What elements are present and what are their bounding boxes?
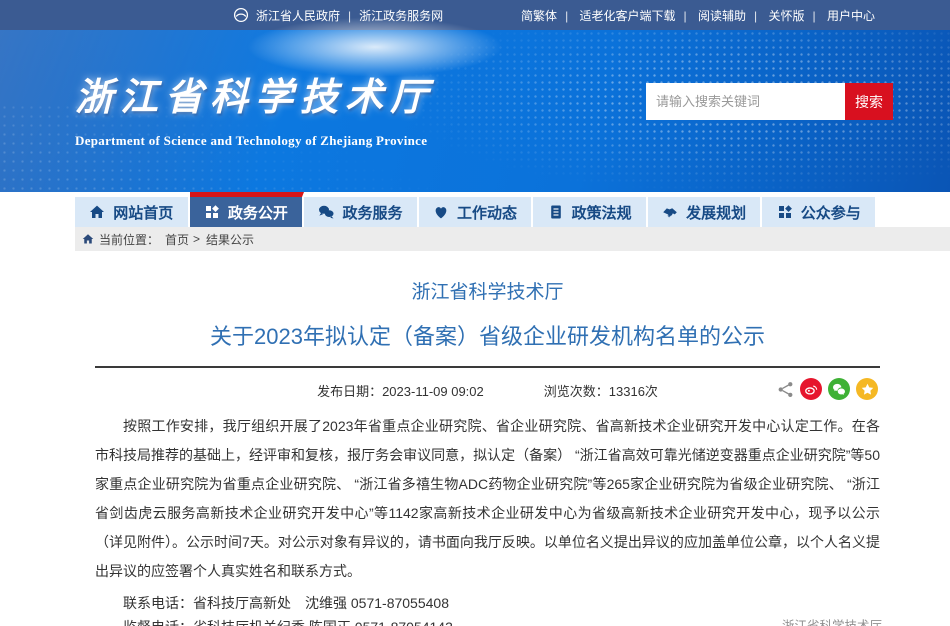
topbar-link-user-center[interactable]: 用户中心 xyxy=(827,9,875,23)
view-count-value: 13316次 xyxy=(609,384,658,399)
nav-item-work-news[interactable]: 工作动态 xyxy=(419,197,534,227)
breadcrumb-home-link[interactable]: 首页 xyxy=(165,231,189,248)
publish-date: 发布日期：2023-11-09 09:02 xyxy=(317,381,484,400)
wechat-share-icon[interactable] xyxy=(828,378,850,400)
topbar-link-simplified-traditional[interactable]: 简繁体 xyxy=(521,9,576,23)
nav-item-label: 政务公开 xyxy=(228,202,288,223)
topbar-right-links: 简繁体 适老化客户端下载 阅读辅助 关怀版 用户中心 xyxy=(521,7,875,24)
site-search: 搜索 xyxy=(646,83,893,120)
participation-seal-icon xyxy=(777,204,793,220)
main-nav-bar: 网站首页 政务公开 政务服务 工作动态 xyxy=(0,192,950,227)
supervision-phone: 监督电话：省科技厅机关纪委 陈国正 0571-87054143 xyxy=(95,615,880,626)
search-button[interactable]: 搜索 xyxy=(845,83,893,120)
chat-bubbles-icon xyxy=(318,204,334,220)
nav-item-home[interactable]: 网站首页 xyxy=(75,197,190,227)
nav-item-policies[interactable]: 政策法规 xyxy=(533,197,648,227)
weibo-share-icon[interactable] xyxy=(800,378,822,400)
nav-item-development-planning[interactable]: 发展规划 xyxy=(648,197,763,227)
topbar-link-elderly-client-download[interactable]: 适老化客户端下载 xyxy=(580,9,695,23)
nav-item-label: 网站首页 xyxy=(113,202,173,223)
disclosure-seal-icon xyxy=(204,204,220,220)
nav-item-gov-disclosure[interactable]: 政务公开 xyxy=(190,192,305,227)
site-logo-title: 浙江省科学技术厅 xyxy=(75,66,435,121)
footer-org-name: 浙江省科学技术厅 xyxy=(782,615,882,626)
article: 浙江省科学技术厅 关于2023年拟认定（备案）省级企业研发机构名单的公示 发布日… xyxy=(95,277,880,626)
document-icon xyxy=(548,204,564,220)
nav-item-gov-services[interactable]: 政务服务 xyxy=(304,197,419,227)
view-count: 浏览次数：13316次 xyxy=(544,381,658,400)
article-title-main: 关于2023年拟认定（备案）省级企业研发机构名单的公示 xyxy=(95,319,880,351)
contact-phone: 联系电话：省科技厅高新处 沈维强 0571-87055408 xyxy=(95,591,880,615)
site-logo-subtitle-en: Department of Science and Technology of … xyxy=(75,133,435,149)
breadcrumb: 当前位置： 首页 > 结果公示 xyxy=(75,227,950,251)
article-title-org: 浙江省科学技术厅 xyxy=(95,277,880,304)
breadcrumb-home-icon xyxy=(82,233,94,245)
nav-item-label: 政务服务 xyxy=(342,202,402,223)
breadcrumb-current: 结果公示 xyxy=(206,231,254,248)
search-input[interactable] xyxy=(646,83,845,120)
topbar-link-reading-aid[interactable]: 阅读辅助 xyxy=(698,9,765,23)
page: 浙江省人民政府 浙江政务服务网 简繁体 适老化客户端下载 阅读辅助 关怀版 用户… xyxy=(0,0,950,626)
article-meta: 发布日期：2023-11-09 09:02 浏览次数：13316次 xyxy=(95,377,880,403)
home-icon xyxy=(89,204,105,220)
site-banner: 浙江省科学技术厅 Department of Science and Techn… xyxy=(0,30,950,192)
breadcrumb-separator: > xyxy=(193,232,200,246)
nav-item-label: 工作动态 xyxy=(457,202,517,223)
topbar-link-care-version[interactable]: 关怀版 xyxy=(769,9,824,23)
heart-icon xyxy=(433,204,449,220)
publish-date-value: 2023-11-09 09:02 xyxy=(382,384,484,399)
handshake-icon xyxy=(662,204,678,220)
nav-item-label: 公众参与 xyxy=(801,202,861,223)
nav-item-public-participation[interactable]: 公众参与 xyxy=(762,197,875,227)
nav-item-label: 政策法规 xyxy=(572,202,632,223)
nav-item-label: 发展规划 xyxy=(686,202,746,223)
share-icon[interactable] xyxy=(777,381,794,398)
site-brand: 浙江省科学技术厅 Department of Science and Techn… xyxy=(75,66,435,149)
share-bar xyxy=(777,378,878,400)
breadcrumb-label: 当前位置： xyxy=(99,231,159,248)
article-body: 按照工作安排，我厅组织开展了2023年省重点企业研究院、省企业研究院、省高新技术… xyxy=(95,412,880,586)
title-divider xyxy=(95,366,880,368)
publish-date-label: 发布日期： xyxy=(317,384,382,399)
qzone-share-icon[interactable] xyxy=(856,378,878,400)
contact-info: 联系电话：省科技厅高新处 沈维强 0571-87055408 监督电话：省科技厅… xyxy=(95,591,880,626)
view-count-label: 浏览次数： xyxy=(544,384,609,399)
